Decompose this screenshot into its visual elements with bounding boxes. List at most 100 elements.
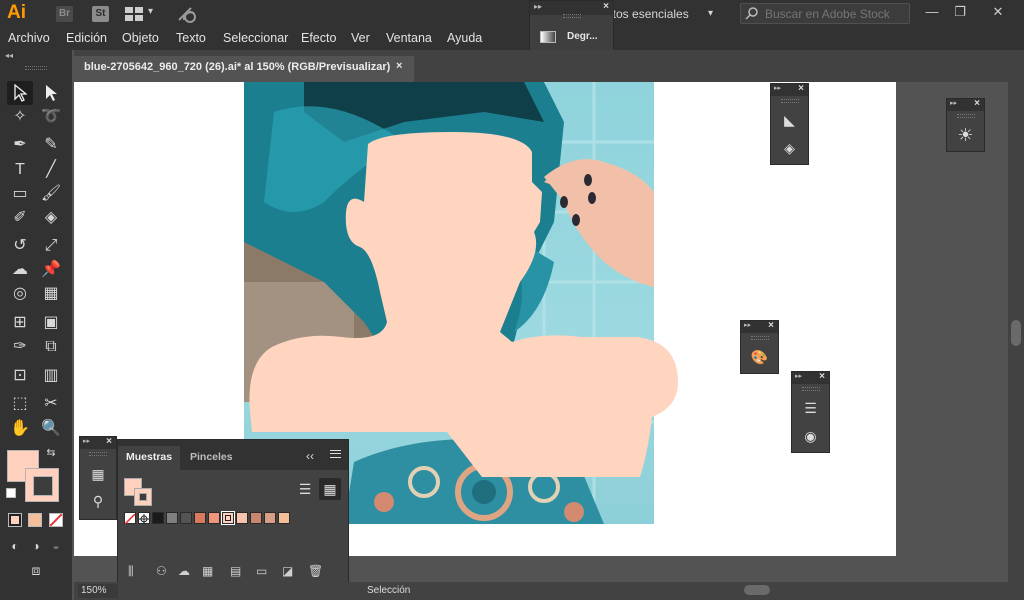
lasso-tool-icon[interactable]: ➰ [38, 105, 64, 129]
stroke-appearance-dock[interactable]: ▸▸ × ☰ ◉ [791, 371, 830, 453]
symbols-icon[interactable]: ▦ [80, 462, 116, 486]
swatches-panel[interactable]: Muestras Pinceles ‹‹ ☰ ▦ ⫼ ⚇ ☁ ▦ ▤ ▭ ◪ 🗑 [117, 439, 349, 587]
menu-ayuda[interactable]: Ayuda [447, 31, 482, 45]
curvature-tool-icon[interactable]: ✎ [38, 133, 64, 157]
grip-handle[interactable] [801, 387, 820, 391]
swatch-color[interactable] [194, 512, 206, 524]
close-icon[interactable]: × [974, 98, 980, 109]
chevron-down-icon[interactable]: ▾ [708, 8, 713, 19]
rotate-tool-icon[interactable]: ↺ [7, 234, 33, 258]
horizontal-scrollbar-thumb[interactable] [744, 585, 770, 595]
tab-muestras[interactable]: Muestras [118, 446, 181, 470]
gradient-panel-label[interactable]: Degr... [567, 31, 598, 42]
artboard-tool-icon[interactable]: ⬚ [7, 392, 33, 416]
appearance-layers-dock[interactable]: ▸▸ × ◣ ◈ [770, 83, 809, 165]
appearance-icon[interactable]: ◉ [792, 424, 829, 448]
gradient-tool-icon[interactable]: ▣ [38, 311, 64, 335]
close-button[interactable]: ✕ [985, 2, 1011, 24]
stock-search[interactable] [740, 3, 910, 24]
menu-edicion[interactable]: Edición [66, 31, 107, 45]
none-mode-icon[interactable] [49, 513, 63, 527]
swap-colors-icon[interactable]: ⇆ [44, 446, 58, 460]
palette-icon[interactable]: 🎨 [741, 345, 778, 369]
perspective-grid-tool-icon[interactable]: ▦ [38, 282, 64, 306]
grip-handle[interactable] [89, 452, 107, 456]
brightness-dock[interactable]: ▸▸ × ☀ [946, 98, 985, 152]
zoom-tool-icon[interactable]: 🔍 [38, 417, 64, 441]
stock-button[interactable]: St [92, 6, 109, 22]
arrange-documents-icon[interactable] [125, 7, 143, 21]
pen-tool-icon[interactable]: ✒ [7, 133, 33, 157]
swatch-black[interactable] [152, 512, 164, 524]
collapse-icon[interactable]: ‹‹ [306, 449, 314, 463]
expand-icon[interactable]: ▸▸ [950, 99, 957, 107]
swatch-selected[interactable] [221, 511, 235, 525]
color-mode-icon[interactable] [8, 513, 22, 527]
shaper-tool-icon[interactable]: ✐ [7, 206, 33, 230]
type-tool-icon[interactable]: T [7, 158, 33, 182]
expand-icon[interactable]: ▸▸ [774, 84, 781, 92]
menu-ventana[interactable]: Ventana [386, 31, 432, 45]
skin-silhouette-shape[interactable] [242, 132, 682, 477]
expand-icon[interactable]: ▸▸ [744, 321, 751, 329]
screen-mode-icon[interactable]: ⧈ [22, 558, 50, 582]
sun-icon[interactable]: ☀ [947, 123, 984, 147]
symbol-sprayer-tool-icon[interactable]: ⊡ [7, 364, 33, 388]
direct-selection-tool-icon[interactable] [38, 81, 64, 105]
cc-libraries-icon[interactable]: ☁ [178, 564, 190, 578]
grip-handle[interactable] [956, 114, 975, 118]
paintbrush-tool-icon[interactable]: 🖌 [38, 182, 64, 206]
panel-menu-icon[interactable] [330, 450, 341, 458]
scale-tool-icon[interactable]: ⤢ [38, 234, 64, 258]
grip-handle[interactable] [25, 66, 47, 70]
expand-icon[interactable]: ▸▸ [795, 372, 802, 380]
menu-ver[interactable]: Ver [351, 31, 370, 45]
expand-icon[interactable]: ▸▸ [83, 437, 90, 445]
fill-stroke-indicator[interactable] [124, 478, 154, 506]
close-icon[interactable]: × [768, 320, 774, 331]
grip-handle[interactable] [563, 14, 581, 18]
slice-tool-icon[interactable]: ✂ [38, 392, 64, 416]
swatch-options-icon[interactable]: ▦ [202, 564, 213, 578]
swatch-color[interactable] [208, 512, 220, 524]
line-tool-icon[interactable]: ╱ [38, 158, 64, 182]
magic-wand-tool-icon[interactable]: ✧ [7, 105, 33, 129]
puppet-warp-tool-icon[interactable]: 📌 [38, 258, 64, 282]
list-view-icon[interactable]: ☰ [294, 478, 316, 500]
asset-export-icon[interactable]: ⚲ [80, 489, 116, 513]
transparency-icon[interactable]: ◣ [771, 108, 808, 132]
zoom-select[interactable]: 150% [78, 584, 118, 598]
draw-normal-icon[interactable]: ◐ [5, 534, 25, 558]
restore-button[interactable]: ❐ [947, 2, 973, 24]
bridge-button[interactable]: Br [56, 6, 73, 22]
stroke-icon[interactable]: ☰ [792, 396, 829, 420]
new-color-group-icon[interactable]: ▤ [230, 564, 241, 578]
gpu-performance-icon[interactable] [176, 5, 198, 23]
layers-icon[interactable]: ◈ [771, 136, 808, 160]
collapse-icon[interactable]: ◂◂ [5, 51, 13, 60]
swatch-dark-gray[interactable] [180, 512, 192, 524]
menu-archivo[interactable]: Archivo [8, 31, 50, 45]
draw-inside-icon[interactable]: ◒ [46, 534, 66, 558]
close-icon[interactable]: × [106, 436, 112, 447]
swatch-none[interactable] [124, 512, 136, 525]
show-swatch-kinds-icon[interactable]: ⚇ [156, 564, 167, 578]
swatch-color[interactable] [264, 512, 276, 524]
libraries-dock[interactable]: ▸▸ × ▦ ⚲ [79, 436, 117, 520]
scrollbar-thumb[interactable] [1011, 320, 1021, 346]
vertical-scrollbar[interactable] [1008, 82, 1024, 582]
swatch-color[interactable] [278, 512, 290, 524]
close-icon[interactable]: × [396, 60, 402, 72]
selection-tool-icon[interactable] [7, 81, 33, 105]
menu-seleccionar[interactable]: Seleccionar [223, 31, 288, 45]
search-input[interactable] [765, 6, 905, 21]
grip-handle[interactable] [780, 99, 799, 103]
close-icon[interactable]: × [819, 371, 825, 382]
grid-view-icon[interactable]: ▦ [319, 478, 341, 500]
stroke-color-swatch[interactable] [25, 468, 59, 502]
status-tool-label[interactable]: Selección [367, 585, 410, 596]
column-graph-tool-icon[interactable]: ▥ [38, 364, 64, 388]
rectangle-tool-icon[interactable]: ▭ [7, 182, 33, 206]
tab-pinceles[interactable]: Pinceles [182, 446, 241, 470]
swatch-gray[interactable] [166, 512, 178, 524]
